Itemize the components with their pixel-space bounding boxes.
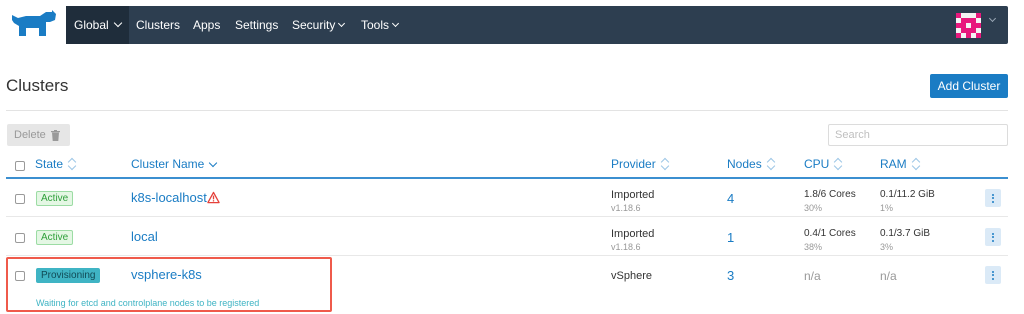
sort-icon — [767, 158, 776, 170]
provider-version: v1.18.6 — [611, 203, 641, 213]
ram-percent: 1% — [880, 203, 894, 213]
kebab-dot — [992, 277, 994, 280]
provider-name: vSphere — [611, 270, 652, 282]
column-ram-label: RAM — [880, 157, 907, 171]
chevron-down-icon[interactable] — [988, 14, 997, 23]
rancher-logo-icon[interactable] — [6, 6, 58, 42]
sort-icon — [661, 158, 670, 170]
trash-icon — [50, 129, 60, 141]
nav-settings[interactable]: Settings — [235, 6, 278, 44]
nodes-count-link[interactable]: 4 — [727, 191, 734, 206]
highlight-box — [6, 257, 332, 312]
kebab-dot — [992, 193, 994, 196]
column-cluster-name[interactable]: Cluster Name — [131, 157, 218, 171]
row-actions-button[interactable] — [985, 228, 1001, 246]
sort-icon — [834, 158, 843, 170]
sort-descending-icon — [209, 158, 218, 167]
ram-percent: 3% — [880, 242, 894, 252]
column-state-label: State — [35, 157, 64, 171]
select-all-checkbox[interactable] — [15, 161, 25, 171]
cpu-usage: 0.4/1 Cores — [804, 228, 856, 239]
nav-security[interactable]: Security — [292, 6, 346, 44]
warning-icon[interactable] — [207, 191, 220, 204]
provider-version: v1.18.6 — [611, 242, 641, 252]
nav-apps[interactable]: Apps — [193, 6, 220, 44]
chevron-down-icon — [391, 19, 400, 27]
cpu-percent: 30% — [804, 203, 823, 213]
column-nodes[interactable]: Nodes — [727, 157, 776, 171]
ram-usage: 0.1/11.2 GiB — [880, 189, 935, 200]
column-state[interactable]: State — [35, 157, 77, 171]
nav-settings-label: Settings — [235, 18, 279, 32]
chevron-down-icon — [113, 18, 122, 28]
nav-security-label: Security — [292, 18, 336, 32]
nav-clusters-label: Clusters — [136, 18, 181, 32]
kebab-dot — [992, 236, 994, 238]
provider-name: Imported — [611, 228, 655, 240]
chevron-down-icon — [338, 19, 346, 27]
cpu-usage: n/a — [804, 269, 821, 283]
ram-usage: n/a — [880, 269, 897, 283]
row-checkbox[interactable] — [15, 233, 25, 243]
nav-global-label: Global — [74, 18, 109, 32]
nav-apps-label: Apps — [193, 18, 221, 32]
top-nav: Global Clusters Apps Settings Security T… — [66, 6, 1008, 44]
table-header: State Cluster Name Provider Nodes CPU RA… — [6, 155, 1008, 177]
column-ram[interactable]: RAM — [880, 157, 921, 171]
divider — [6, 110, 1008, 111]
nav-clusters[interactable]: Clusters — [136, 6, 180, 44]
app-header: Global Clusters Apps Settings Security T… — [0, 0, 1024, 48]
kebab-dot — [992, 197, 994, 199]
table-row: Active k8s-localhost Imported v1.18.6 4 … — [6, 179, 1008, 217]
table-row: Active local Imported v1.18.6 1 0.4/1 Co… — [6, 218, 1008, 256]
column-cpu[interactable]: CPU — [804, 157, 843, 171]
cpu-percent: 38% — [804, 242, 823, 252]
kebab-dot — [992, 200, 994, 203]
status-badge: Active — [36, 191, 74, 206]
column-cluster-name-label: Cluster Name — [131, 157, 205, 171]
user-avatar[interactable] — [956, 13, 981, 38]
nav-global-menu[interactable]: Global — [66, 6, 129, 44]
ram-usage: 0.1/3.7 GiB — [880, 228, 931, 239]
column-cpu-label: CPU — [804, 157, 830, 171]
kebab-dot — [992, 270, 994, 273]
cluster-name-link[interactable]: local — [131, 229, 158, 244]
row-actions-button[interactable] — [985, 266, 1001, 284]
column-provider-label: Provider — [611, 157, 656, 171]
provider-name: Imported — [611, 189, 655, 201]
column-provider[interactable]: Provider — [611, 157, 670, 171]
row-checkbox[interactable] — [15, 194, 25, 204]
kebab-dot — [992, 274, 994, 276]
delete-button-label: Delete — [14, 129, 46, 141]
column-nodes-label: Nodes — [727, 157, 762, 171]
sort-icon — [912, 158, 921, 170]
kebab-dot — [992, 239, 994, 242]
nodes-count-link[interactable]: 1 — [727, 230, 734, 245]
row-actions-button[interactable] — [985, 189, 1001, 207]
page-title: Clusters — [6, 76, 69, 95]
cpu-usage: 1.8/6 Cores — [804, 189, 856, 200]
nodes-count-link[interactable]: 3 — [727, 268, 734, 283]
status-badge: Active — [36, 230, 74, 245]
cluster-name-link[interactable]: k8s-localhost — [131, 190, 207, 205]
sort-icon — [68, 158, 77, 170]
nav-tools[interactable]: Tools — [361, 6, 400, 44]
nav-tools-label: Tools — [361, 18, 390, 32]
kebab-dot — [992, 232, 994, 235]
delete-button[interactable]: Delete — [7, 124, 70, 146]
add-cluster-button[interactable]: Add Cluster — [930, 74, 1008, 98]
search-input[interactable] — [828, 124, 1008, 146]
